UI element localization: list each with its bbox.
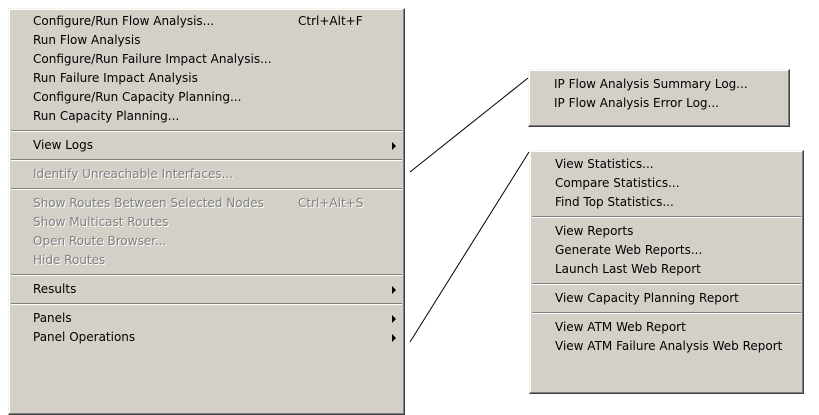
results-connector-line	[409, 151, 530, 343]
view-logs-connector-line	[409, 77, 529, 173]
callout-connectors	[409, 77, 530, 343]
